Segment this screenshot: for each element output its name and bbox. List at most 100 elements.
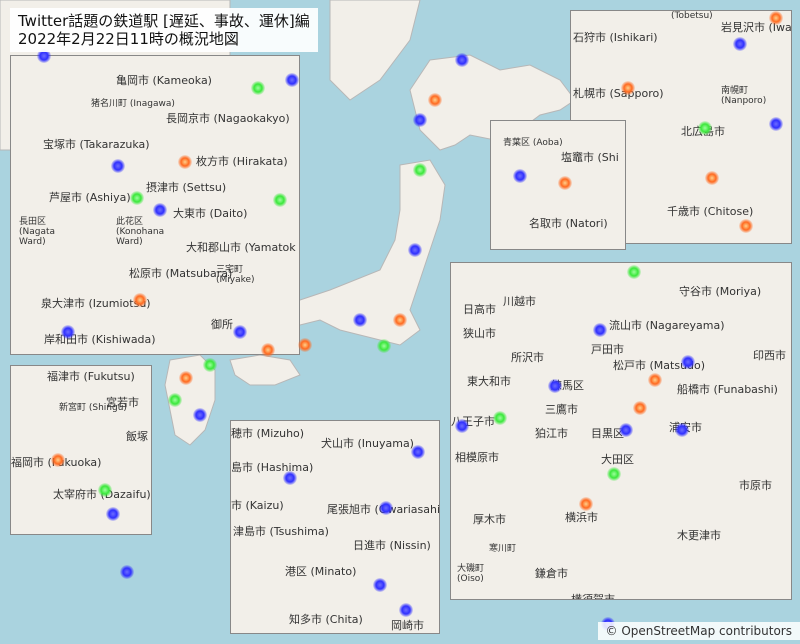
map-label: 大田区 xyxy=(601,453,634,466)
map-label: 木更津市 xyxy=(677,529,721,542)
map-label: 福津市 (Fukutsu) xyxy=(47,370,135,383)
station-marker[interactable] xyxy=(455,53,469,67)
station-marker[interactable] xyxy=(619,423,633,437)
station-marker[interactable] xyxy=(283,471,297,485)
station-marker[interactable] xyxy=(413,163,427,177)
inset-nagoya[interactable]: 穂市 (Mizuho) 犬山市 (Inuyama) 島市 (Hashima) 市… xyxy=(230,420,440,634)
station-marker[interactable] xyxy=(633,401,647,415)
map-label: 大磯町 (Oiso) xyxy=(457,564,485,584)
station-marker[interactable] xyxy=(377,339,391,353)
station-marker[interactable] xyxy=(120,565,134,579)
station-marker[interactable] xyxy=(513,169,527,183)
inset-fukuoka[interactable]: 福津市 (Fukutsu) 新宮町 (Shingu) 宮若市 飯塚 福岡市 (F… xyxy=(10,365,152,535)
station-marker[interactable] xyxy=(51,453,65,467)
map-label: 所沢市 xyxy=(511,351,544,364)
map-label: (Tobetsu) xyxy=(671,11,713,21)
map-label: 亀岡市 (Kameoka) xyxy=(116,74,212,87)
map-label: 船橋市 (Funabashi) xyxy=(677,383,778,396)
station-marker[interactable] xyxy=(178,155,192,169)
station-marker[interactable] xyxy=(399,603,413,617)
station-marker[interactable] xyxy=(548,379,562,393)
station-marker[interactable] xyxy=(607,467,621,481)
station-marker[interactable] xyxy=(739,219,753,233)
station-marker[interactable] xyxy=(769,11,783,25)
station-marker[interactable] xyxy=(627,265,641,279)
map-label: 千歳市 (Chitose) xyxy=(667,205,754,218)
station-marker[interactable] xyxy=(61,325,75,339)
map-label: 厚木市 xyxy=(473,513,506,526)
station-marker[interactable] xyxy=(733,37,747,51)
map-label: 塩竈市 (Shi xyxy=(561,151,619,164)
station-marker[interactable] xyxy=(681,355,695,369)
map-label: 市 (Kaizu) xyxy=(231,499,284,512)
station-marker[interactable] xyxy=(261,343,275,357)
station-marker[interactable] xyxy=(179,371,193,385)
map-label: 東大和市 xyxy=(467,375,511,388)
station-marker[interactable] xyxy=(111,159,125,173)
map-label: 市原市 xyxy=(739,479,772,492)
station-marker[interactable] xyxy=(98,483,112,497)
map-label: 此花区 (Konohana Ward) xyxy=(116,217,165,247)
station-marker[interactable] xyxy=(353,313,367,327)
map-label: 札幌市 (Sapporo) xyxy=(573,87,664,100)
station-marker[interactable] xyxy=(133,293,147,307)
map-label: 石狩市 (Ishikari) xyxy=(573,31,658,44)
station-marker[interactable] xyxy=(648,373,662,387)
map-label: 大東市 (Daito) xyxy=(173,207,248,220)
station-marker[interactable] xyxy=(455,419,469,433)
station-marker[interactable] xyxy=(413,113,427,127)
map-label: 戸田市 xyxy=(591,343,624,356)
station-marker[interactable] xyxy=(106,507,120,521)
station-marker[interactable] xyxy=(251,81,265,95)
map-label: 知多市 (Chita) xyxy=(289,613,363,626)
station-marker[interactable] xyxy=(579,497,593,511)
map-label: 枚方市 (Hirakata) xyxy=(196,155,288,168)
map-label: 長岡京市 (Nagaokakyo) xyxy=(166,112,290,125)
map-label: 港区 (Minato) xyxy=(285,565,357,578)
map-label: 日高市 xyxy=(463,303,496,316)
station-marker[interactable] xyxy=(379,501,393,515)
map-label: 鎌倉市 xyxy=(535,567,568,580)
map-label: 三鷹市 xyxy=(545,403,578,416)
map-label: 名取市 (Natori) xyxy=(529,217,608,230)
station-marker[interactable] xyxy=(373,578,387,592)
map-label: 飯塚 xyxy=(126,430,148,443)
map-label: 犬山市 (Inuyama) xyxy=(321,437,414,450)
map-label: 川越市 xyxy=(503,295,536,308)
station-marker[interactable] xyxy=(428,93,442,107)
map-label: 宮若市 xyxy=(106,396,139,409)
station-marker[interactable] xyxy=(698,121,712,135)
station-marker[interactable] xyxy=(593,323,607,337)
map-label: 島市 (Hashima) xyxy=(231,461,314,474)
map-label: 芦屋市 (Ashiya) xyxy=(49,191,131,204)
map-label: 日進市 (Nissin) xyxy=(353,539,431,552)
station-marker[interactable] xyxy=(621,81,635,95)
station-marker[interactable] xyxy=(493,411,507,425)
station-marker[interactable] xyxy=(769,117,783,131)
map-label: 青葉区 (Aoba) xyxy=(503,138,563,148)
station-marker[interactable] xyxy=(675,423,689,437)
map-label: 狛江市 xyxy=(535,427,568,440)
station-marker[interactable] xyxy=(408,243,422,257)
station-marker[interactable] xyxy=(130,191,144,205)
map-label: 猪名川町 (Inagawa) xyxy=(91,99,175,109)
map-label: 横浜市 xyxy=(565,511,598,524)
map-label: 津島市 (Tsushima) xyxy=(233,525,329,538)
station-marker[interactable] xyxy=(168,393,182,407)
map-label: 南幌町 (Nanporo) xyxy=(721,86,767,106)
station-marker[interactable] xyxy=(193,408,207,422)
station-marker[interactable] xyxy=(233,325,247,339)
station-marker[interactable] xyxy=(203,358,217,372)
station-marker[interactable] xyxy=(411,445,425,459)
station-marker[interactable] xyxy=(153,203,167,217)
map-label: 印西市 xyxy=(753,349,786,362)
map-label: 流山市 (Nagareyama) xyxy=(609,319,725,332)
station-marker[interactable] xyxy=(285,73,299,87)
station-marker[interactable] xyxy=(393,313,407,327)
map-label: 宝塚市 (Takarazuka) xyxy=(43,138,150,151)
station-marker[interactable] xyxy=(298,338,312,352)
map-attribution[interactable]: © OpenStreetMap contributors xyxy=(597,622,800,640)
station-marker[interactable] xyxy=(558,176,572,190)
station-marker[interactable] xyxy=(705,171,719,185)
station-marker[interactable] xyxy=(273,193,287,207)
